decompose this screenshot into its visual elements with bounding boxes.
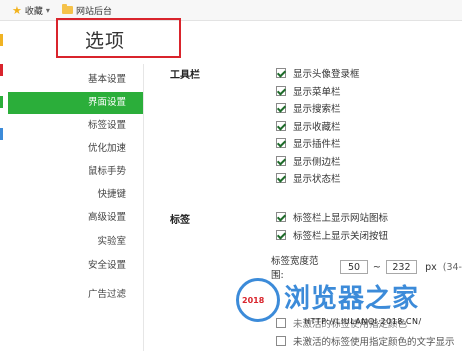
- sidebar: 基本设置 界面设置 标签设置 优化加速 鼠标手势 快捷键 高级设置 实验室 安全…: [8, 64, 144, 351]
- option-show-sidebar[interactable]: 显示侧边栏: [276, 154, 341, 168]
- option-label: 显示收藏栏: [293, 122, 341, 133]
- option-label: 显示搜索栏: [293, 104, 341, 115]
- tabs-section-label: 标签: [170, 215, 190, 226]
- checkbox[interactable]: [276, 68, 286, 78]
- sidebar-item-lab[interactable]: 实验室: [8, 231, 143, 253]
- left-accent-strip: [0, 64, 3, 76]
- sidebar-item-security[interactable]: 安全设置: [8, 255, 143, 277]
- checkbox[interactable]: [276, 173, 286, 183]
- option-show-avatar[interactable]: 显示头像登录框: [276, 66, 360, 80]
- left-accent-strip: [0, 128, 3, 140]
- checkbox[interactable]: [276, 138, 286, 148]
- option-label: 显示状态栏: [293, 174, 341, 185]
- star-icon: ★: [12, 3, 22, 17]
- toolbar-section-label: 工具栏: [170, 70, 200, 81]
- watermark-url: HTTP://LIULANQI.2018.CN/: [304, 317, 422, 326]
- checkbox[interactable]: [276, 103, 286, 113]
- watermark: 2018 浏览器之家 HTTP://LIULANQI.2018.CN/: [228, 272, 462, 351]
- bookmark-folder-label: 网站后台: [76, 6, 113, 17]
- checkbox[interactable]: [276, 86, 286, 96]
- title-highlight-box: [56, 18, 181, 58]
- sidebar-item-tabs[interactable]: 标签设置: [8, 115, 143, 137]
- option-show-plugins[interactable]: 显示插件栏: [276, 136, 341, 150]
- option-tab-close-button[interactable]: 标签栏上显示关闭按钮: [276, 228, 388, 242]
- option-show-favorites[interactable]: 显示收藏栏: [276, 119, 341, 133]
- checkbox[interactable]: [276, 230, 286, 240]
- checkbox[interactable]: [276, 121, 286, 131]
- option-tab-site-icon[interactable]: 标签栏上显示网站图标: [276, 210, 388, 224]
- option-show-searchbar[interactable]: 显示搜索栏: [276, 101, 341, 115]
- sidebar-item-basic[interactable]: 基本设置: [8, 69, 143, 91]
- sidebar-item-advanced[interactable]: 高级设置: [8, 207, 143, 229]
- favorites-menu[interactable]: ★ 收藏 ▾: [12, 3, 50, 17]
- watermark-text: 浏览器之家: [284, 284, 420, 314]
- left-accent-strip: [0, 34, 3, 46]
- chevron-down-icon: ▾: [45, 5, 50, 15]
- option-label: 显示头像登录框: [293, 69, 360, 80]
- range-separator: ~: [372, 261, 381, 273]
- favorites-label: 收藏: [24, 6, 43, 17]
- sidebar-item-interface[interactable]: 界面设置: [8, 92, 143, 114]
- left-accent-strip: [0, 96, 3, 108]
- option-label: 显示菜单栏: [293, 87, 341, 98]
- bookmark-folder[interactable]: 网站后台: [62, 3, 112, 17]
- folder-icon: [62, 4, 73, 14]
- checkbox[interactable]: [276, 156, 286, 166]
- tab-width-unit: px: [425, 261, 437, 273]
- sidebar-item-shortcuts[interactable]: 快捷键: [8, 184, 143, 206]
- option-label: 显示插件栏: [293, 139, 341, 150]
- sidebar-item-adblock[interactable]: 广告过滤: [8, 284, 143, 306]
- option-label: 显示侧边栏: [293, 157, 341, 168]
- watermark-year: 2018: [242, 296, 265, 305]
- sidebar-item-optimize[interactable]: 优化加速: [8, 138, 143, 160]
- option-label: 标签栏上显示网站图标: [293, 213, 389, 224]
- option-label: 标签栏上显示关闭按钮: [293, 231, 389, 242]
- checkbox[interactable]: [276, 212, 286, 222]
- sidebar-item-gestures[interactable]: 鼠标手势: [8, 161, 143, 183]
- tab-width-hint: (34-: [442, 261, 462, 273]
- option-show-statusbar[interactable]: 显示状态栏: [276, 171, 341, 185]
- option-show-menubar[interactable]: 显示菜单栏: [276, 84, 341, 98]
